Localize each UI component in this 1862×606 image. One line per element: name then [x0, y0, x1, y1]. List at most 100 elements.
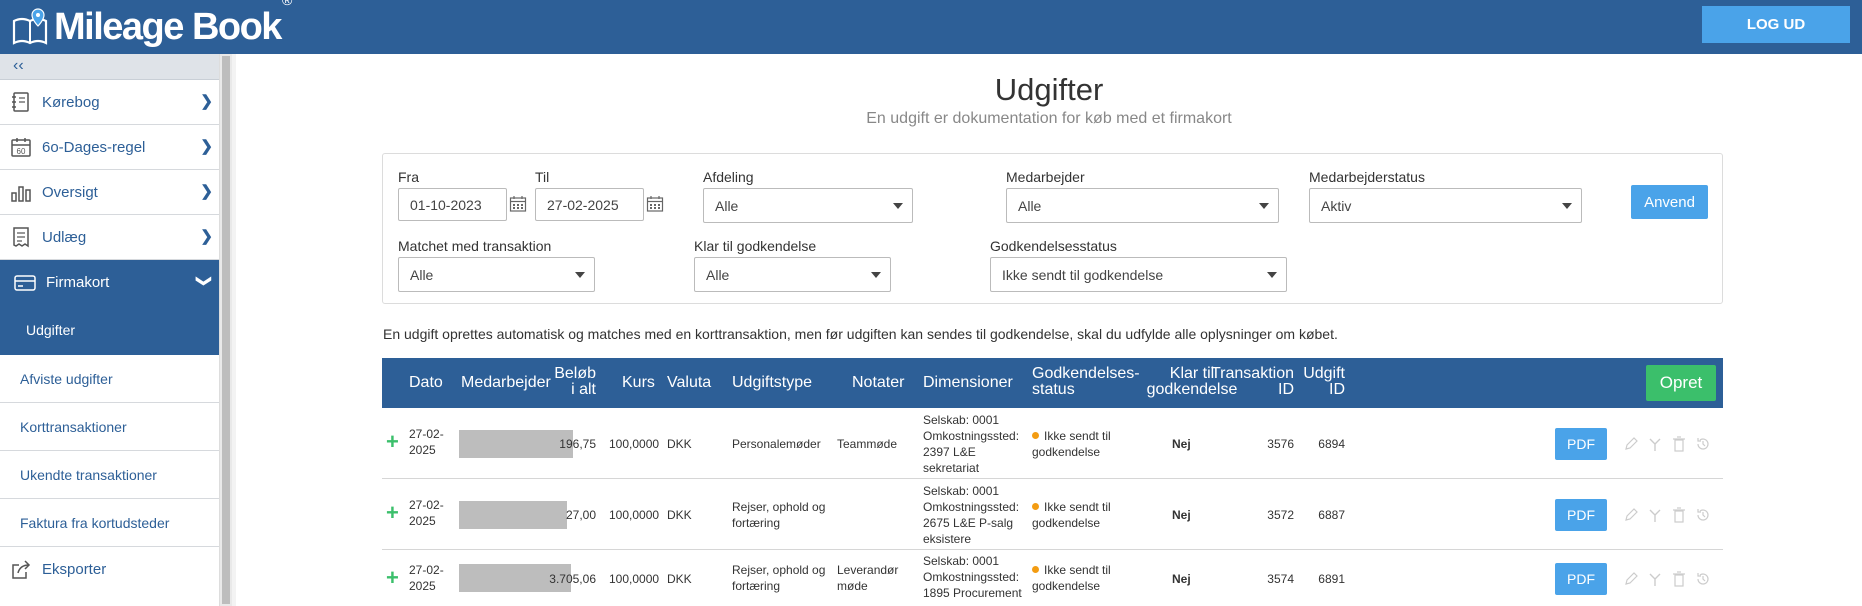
collapse-sidebar-button[interactable]: ‹‹: [0, 54, 219, 80]
approval-status-select[interactable]: Ikke sendt til godkendelse: [990, 257, 1287, 292]
brand-logo[interactable]: Mileage Book®: [12, 0, 292, 52]
trash-icon[interactable]: [1670, 570, 1687, 587]
apply-button[interactable]: Anvend: [1631, 185, 1708, 219]
history-icon[interactable]: [1694, 570, 1711, 587]
cell-date: 27-02- 2025: [409, 563, 444, 593]
sidebar-scrollbar[interactable]: [220, 54, 232, 606]
logout-button[interactable]: LOG UD: [1702, 6, 1850, 43]
sidebar-item-udlaeg[interactable]: Udlæg ❯: [0, 215, 219, 260]
from-date-input[interactable]: 01-10-2023: [398, 188, 507, 221]
cell-amount: 27,00: [565, 508, 596, 522]
expand-plus-icon[interactable]: +: [386, 567, 399, 589]
cell-transaction-id: 3574: [1267, 572, 1294, 586]
sidebar-item-label: Eksporter: [42, 561, 107, 578]
sidebar-subitem-ukendte-transaktioner[interactable]: Ukendte transaktioner: [0, 451, 219, 499]
col-header-approval-status[interactable]: Godkendelses-status: [1032, 366, 1140, 398]
to-date-input[interactable]: 27-02-2025: [535, 188, 644, 221]
history-icon[interactable]: [1694, 506, 1711, 523]
sidebar-item-label: Kørebog: [42, 93, 100, 111]
receipt-icon: [10, 225, 32, 249]
sidebar-subitem-afviste-udgifter[interactable]: Afviste udgifter: [0, 355, 219, 403]
trash-icon[interactable]: [1670, 435, 1687, 452]
export-icon: [10, 558, 32, 582]
sidebar-subitem-udgifter[interactable]: Udgifter: [0, 305, 219, 355]
cell-approval-status: Ikke sendt til godkendelse: [1032, 429, 1111, 459]
col-header-type[interactable]: Udgiftstype: [732, 375, 812, 391]
brand-name: Mileage Book®: [54, 0, 292, 48]
sidebar-item-oversigt[interactable]: Oversigt ❯: [0, 170, 219, 215]
expand-plus-icon[interactable]: +: [386, 431, 399, 453]
col-header-notes[interactable]: Notater: [852, 375, 904, 391]
svg-text:60: 60: [17, 147, 26, 156]
cell-dimensions: Selskab: 0001 Omkostningssted: 1895 Procur…: [923, 554, 1022, 600]
col-header-date[interactable]: Dato: [409, 375, 443, 391]
row-actions: [1622, 435, 1711, 452]
table-row: + 27-02- 2025 196,75 100,0000 DKK Persona…: [382, 408, 1723, 479]
col-header-transaction-id[interactable]: Transaktion ID: [1202, 366, 1294, 398]
calendar-icon[interactable]: [646, 195, 664, 213]
sidebar-item-60-dages-regel[interactable]: 60 6o-Dages-regel ❯: [0, 125, 219, 170]
page-title: Udgifter: [994, 72, 1104, 107]
cell-transaction-id: 3572: [1267, 508, 1294, 522]
sidebar-item-firmakort[interactable]: Firmakort ❯: [0, 260, 219, 305]
status-dot: [1032, 432, 1039, 439]
ready-select[interactable]: Alle: [694, 257, 891, 292]
cell-date: 27-02- 2025: [409, 427, 444, 457]
split-icon[interactable]: [1646, 435, 1663, 452]
col-header-dimensions[interactable]: Dimensioner: [923, 375, 1013, 391]
employee-value: Alle: [1018, 198, 1042, 214]
top-bar: Mileage Book® LOG UD: [0, 0, 1862, 54]
chevron-right-icon: ❯: [200, 183, 213, 200]
history-icon[interactable]: [1694, 435, 1711, 452]
edit-icon[interactable]: [1622, 570, 1639, 587]
cell-type: Rejser, ophold og fortæring: [732, 563, 826, 593]
scrollbar-thumb[interactable]: [222, 56, 230, 604]
employee-status-select[interactable]: Aktiv: [1309, 188, 1582, 223]
matched-select[interactable]: Alle: [398, 257, 595, 292]
sidebar-subitem-korttransaktioner[interactable]: Korttransaktioner: [0, 403, 219, 451]
credit-card-icon: [14, 271, 36, 295]
sidebar-divider: [232, 54, 236, 606]
cell-expense-id: 6891: [1318, 572, 1345, 586]
cell-approval-status: Ikke sendt til godkendelse: [1032, 500, 1111, 530]
cell-notes: Leverandør møde: [837, 563, 899, 593]
filter-panel: Fra 01-10-2023 Til 27-02-2025 Afdeling A…: [382, 153, 1723, 304]
calendar-60-icon: 60: [10, 135, 32, 159]
pdf-button[interactable]: PDF: [1555, 428, 1607, 460]
ready-value: Alle: [706, 267, 730, 283]
calendar-icon[interactable]: [509, 195, 527, 213]
cell-notes: Teammøde: [837, 437, 898, 451]
chevron-right-icon: ❯: [200, 138, 213, 155]
sidebar-item-eksporter[interactable]: Eksporter: [0, 547, 219, 592]
cell-dimensions: Selskab: 0001 Omkostningssted: 2397 L&E sek…: [923, 413, 1020, 475]
cell-expense-id: 6887: [1318, 508, 1345, 522]
split-icon[interactable]: [1646, 570, 1663, 587]
ready-label: Klar til godkendelse: [694, 238, 817, 254]
split-icon[interactable]: [1646, 506, 1663, 523]
department-select[interactable]: Alle: [703, 188, 913, 223]
sidebar-item-korebog[interactable]: Kørebog ❯: [0, 80, 219, 125]
col-header-amount[interactable]: Beløb i alt: [542, 366, 596, 398]
sidebar-subitem-faktura[interactable]: Faktura fra kortudsteder: [0, 499, 219, 547]
cell-amount: 196,75: [559, 437, 596, 451]
cell-ready: Nej: [1172, 508, 1191, 522]
caret-down-icon: [575, 272, 585, 278]
pdf-button[interactable]: PDF: [1555, 499, 1607, 531]
cell-currency: DKK: [667, 437, 692, 451]
status-dot: [1032, 503, 1039, 510]
create-button[interactable]: Opret: [1646, 365, 1716, 401]
trash-icon[interactable]: [1670, 506, 1687, 523]
expand-plus-icon[interactable]: +: [386, 502, 399, 524]
pdf-button[interactable]: PDF: [1555, 563, 1607, 595]
edit-icon[interactable]: [1622, 435, 1639, 452]
col-header-expense-id[interactable]: Udgift ID: [1302, 366, 1345, 398]
col-header-employee[interactable]: Medarbejder: [461, 375, 551, 391]
employee-select[interactable]: Alle: [1006, 188, 1279, 223]
edit-icon[interactable]: [1622, 506, 1639, 523]
sidebar-item-label: Udlæg: [42, 228, 87, 246]
table-row: + 27-02- 2025 3.705,06 100,0000 DKK Rejse…: [382, 550, 1723, 606]
employee-status-label: Medarbejderstatus: [1309, 169, 1425, 185]
col-header-currency[interactable]: Valuta: [667, 375, 711, 391]
chevron-right-icon: ❯: [200, 93, 213, 110]
col-header-rate[interactable]: Kurs: [622, 375, 655, 391]
